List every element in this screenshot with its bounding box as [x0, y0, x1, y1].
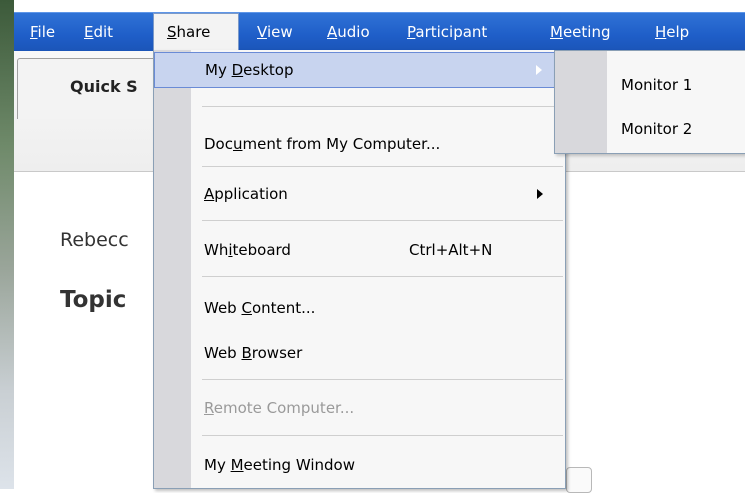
background-window-edge	[0, 0, 14, 489]
menu-item-my-meeting-window[interactable]: My Meeting Window	[154, 447, 565, 483]
menu-separator	[202, 435, 563, 436]
menu-separator	[202, 379, 563, 380]
submenu-arrow-icon	[536, 65, 542, 75]
menu-bar: File Edit Share View Audio Participant M…	[14, 12, 745, 51]
tab-quick-start-label: Quick S	[70, 77, 138, 96]
menu-item-whiteboard[interactable]: Whiteboard Ctrl+Alt+N	[154, 232, 565, 268]
menu-item-my-desktop[interactable]: My Desktop	[154, 52, 565, 88]
menu-item-label: Document from My Computer...	[204, 135, 441, 153]
menu-help[interactable]: Help	[655, 13, 689, 51]
menu-meeting[interactable]: Meeting	[550, 13, 611, 51]
menu-item-label: Monitor 1	[621, 76, 693, 94]
menu-participant[interactable]: Participant	[407, 13, 487, 51]
menu-item-web-content[interactable]: Web Content...	[154, 290, 565, 326]
menu-item-label: Web Browser	[204, 344, 303, 362]
menu-item-label: Monitor 2	[621, 120, 693, 138]
menu-item-web-browser[interactable]: Web Browser	[154, 335, 565, 371]
share-menu: My Desktop Document from My Computer... …	[153, 50, 566, 489]
host-name-text: Rebecc	[60, 229, 129, 251]
menu-item-document-from-my-computer[interactable]: Document from My Computer...	[154, 126, 565, 162]
menu-file[interactable]: File	[30, 13, 55, 51]
menu-item-application[interactable]: Application	[154, 176, 565, 212]
menu-item-label: Whiteboard	[204, 241, 291, 259]
menu-separator	[202, 276, 563, 277]
menu-edit[interactable]: Edit	[84, 13, 113, 51]
menu-item-label: Remote Computer...	[204, 399, 355, 417]
menu-separator	[202, 220, 563, 221]
topic-label: Topic	[60, 287, 127, 313]
desktop-submenu: Monitor 1 Monitor 2	[554, 50, 745, 154]
menu-item-monitor-1[interactable]: Monitor 1	[555, 67, 745, 103]
menu-item-label: Application	[204, 185, 288, 203]
menu-item-remote-computer: Remote Computer...	[154, 390, 565, 426]
menu-view[interactable]: View	[257, 13, 293, 51]
menu-item-label: My Meeting Window	[204, 456, 355, 474]
menu-item-monitor-2[interactable]: Monitor 2	[555, 111, 745, 147]
menu-item-shortcut: Ctrl+Alt+N	[409, 241, 493, 259]
menu-share[interactable]: Share	[153, 13, 239, 51]
menu-item-label: Web Content...	[204, 299, 316, 317]
menu-item-label: My Desktop	[205, 61, 294, 79]
background-control	[566, 467, 592, 493]
menu-separator	[202, 166, 563, 167]
menu-separator	[202, 106, 563, 107]
menu-audio[interactable]: Audio	[327, 13, 370, 51]
submenu-arrow-icon	[537, 189, 543, 199]
